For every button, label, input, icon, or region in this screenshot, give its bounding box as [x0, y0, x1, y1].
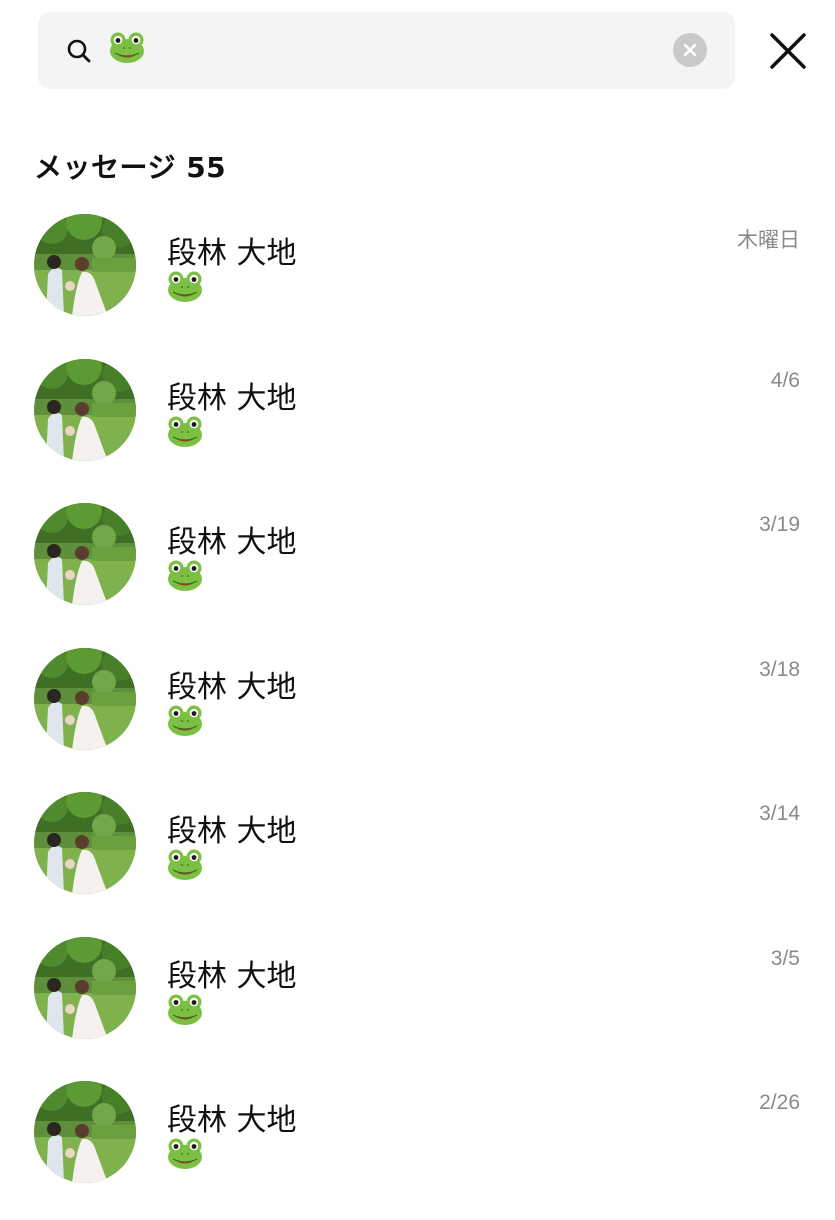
- list-item[interactable]: 段林 大地 3/5: [0, 931, 835, 1076]
- contact-name: 段林 大地: [167, 236, 297, 271]
- list-item[interactable]: 段林 大地 4/6: [0, 353, 835, 498]
- contact-name: 段林 大地: [167, 1103, 297, 1138]
- close-icon[interactable]: [768, 31, 808, 71]
- list-item[interactable]: 段林 大地 3/14: [0, 786, 835, 931]
- message-date: 木曜日: [737, 229, 800, 252]
- search-input-frog-emoji-icon[interactable]: [108, 31, 148, 67]
- message-result-list: 段林 大地 木曜日 段林 大地 4/6 段林 大地 3/19 段林 大地 3/1…: [0, 208, 835, 1220]
- avatar: [34, 359, 136, 461]
- contact-name: 段林 大地: [167, 958, 297, 994]
- message-date: 3/14: [759, 802, 800, 825]
- message-date: 3/5: [770, 946, 800, 970]
- clear-search-button[interactable]: [673, 33, 707, 67]
- avatar: [34, 1081, 136, 1183]
- avatar: [34, 792, 136, 894]
- contact-name: 段林 大地: [167, 525, 297, 560]
- contact-name: 段林 大地: [167, 380, 297, 416]
- section-title-messages: メッセージ 55: [34, 151, 227, 184]
- message-date: 4/6: [770, 368, 800, 392]
- message-date: 3/19: [759, 513, 800, 536]
- avatar: [34, 937, 136, 1039]
- frog-emoji-icon: [166, 1137, 204, 1171]
- contact-name: 段林 大地: [167, 814, 297, 849]
- list-item[interactable]: 段林 大地 木曜日: [0, 208, 835, 353]
- frog-emoji-icon: [166, 704, 204, 738]
- list-item[interactable]: 段林 大地 2/26: [0, 1075, 835, 1220]
- frog-emoji-icon: [166, 559, 204, 593]
- search-bar[interactable]: [38, 12, 735, 89]
- contact-name: 段林 大地: [167, 669, 297, 705]
- clear-icon: [683, 43, 697, 57]
- avatar: [34, 648, 136, 750]
- frog-emoji-icon: [166, 848, 204, 882]
- avatar: [34, 214, 136, 316]
- frog-emoji-icon: [166, 415, 204, 449]
- list-item[interactable]: 段林 大地 3/18: [0, 642, 835, 787]
- avatar: [34, 503, 136, 605]
- message-date: 3/18: [759, 657, 800, 681]
- list-item[interactable]: 段林 大地 3/19: [0, 497, 835, 642]
- search-icon: [66, 38, 92, 64]
- message-date: 2/26: [759, 1091, 800, 1114]
- frog-emoji-icon: [166, 270, 204, 304]
- frog-emoji-icon: [166, 993, 204, 1027]
